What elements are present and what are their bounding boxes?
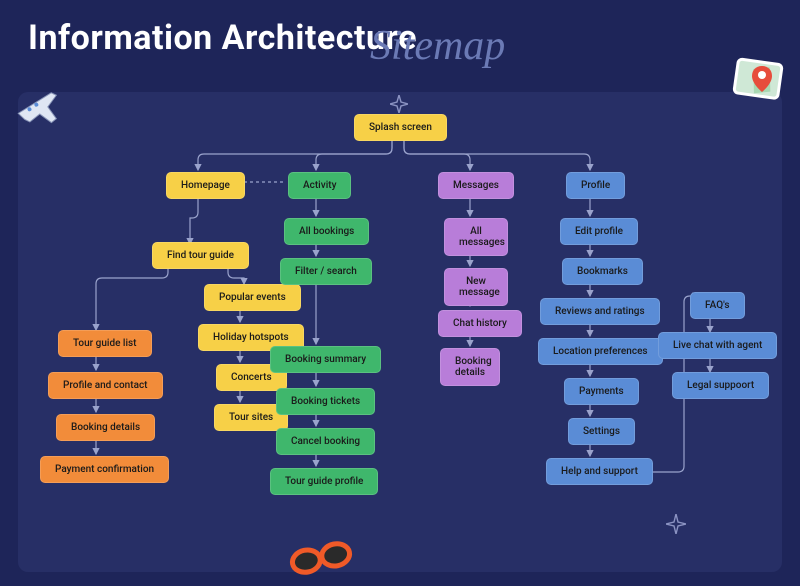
node-profile-contact: Profile and contact [48, 372, 163, 399]
node-messages: Messages [438, 172, 514, 199]
node-popular-events: Popular events [204, 284, 301, 311]
node-find-tour-guide: Find tour guide [152, 242, 249, 269]
node-all-bookings: All bookings [284, 218, 369, 245]
node-splash-screen: Splash screen [354, 114, 447, 141]
airplane-icon [8, 78, 70, 144]
node-filter-search: Filter / search [280, 258, 372, 285]
sunglasses-icon [286, 538, 356, 582]
node-location-prefs: Location preferences [538, 338, 663, 365]
node-payments: Payments [564, 378, 639, 405]
node-settings: Settings [568, 418, 635, 445]
map-pin-icon [730, 52, 790, 110]
node-reviews-ratings: Reviews and ratings [540, 298, 660, 325]
sparkle-icon [666, 514, 686, 538]
node-payment-confirmation: Payment confirmation [40, 456, 169, 483]
node-new-message: New message [444, 268, 508, 306]
node-chat-history: Chat history [438, 310, 522, 337]
node-booking-details: Booking details [56, 414, 155, 441]
node-homepage: Homepage [166, 172, 245, 199]
node-booking-details-msg: Booking details [440, 348, 500, 386]
node-edit-profile: Edit profile [560, 218, 638, 245]
sparkle-icon [390, 95, 408, 117]
node-live-chat: Live chat with agent [658, 332, 777, 359]
node-faqs: FAQ's [690, 292, 745, 319]
page-title: Information Architecture [28, 18, 417, 58]
node-tour-guide-list: Tour guide list [58, 330, 152, 357]
node-all-messages: All messages [444, 218, 508, 256]
node-bookmarks: Bookmarks [562, 258, 643, 285]
node-tour-guide-profile: Tour guide profile [270, 468, 378, 495]
node-legal-support: Legal suppoort [672, 372, 769, 399]
sitemap-board: Splash screen Homepage Activity Messages… [18, 92, 782, 572]
node-cancel-booking: Cancel booking [276, 428, 375, 455]
node-activity: Activity [288, 172, 351, 199]
subtitle-cursive: Sitemap [370, 22, 505, 70]
node-profile: Profile [566, 172, 625, 199]
node-booking-summary: Booking summary [270, 346, 381, 373]
node-booking-tickets: Booking tickets [276, 388, 375, 415]
node-help-support: Help and support [546, 458, 653, 485]
